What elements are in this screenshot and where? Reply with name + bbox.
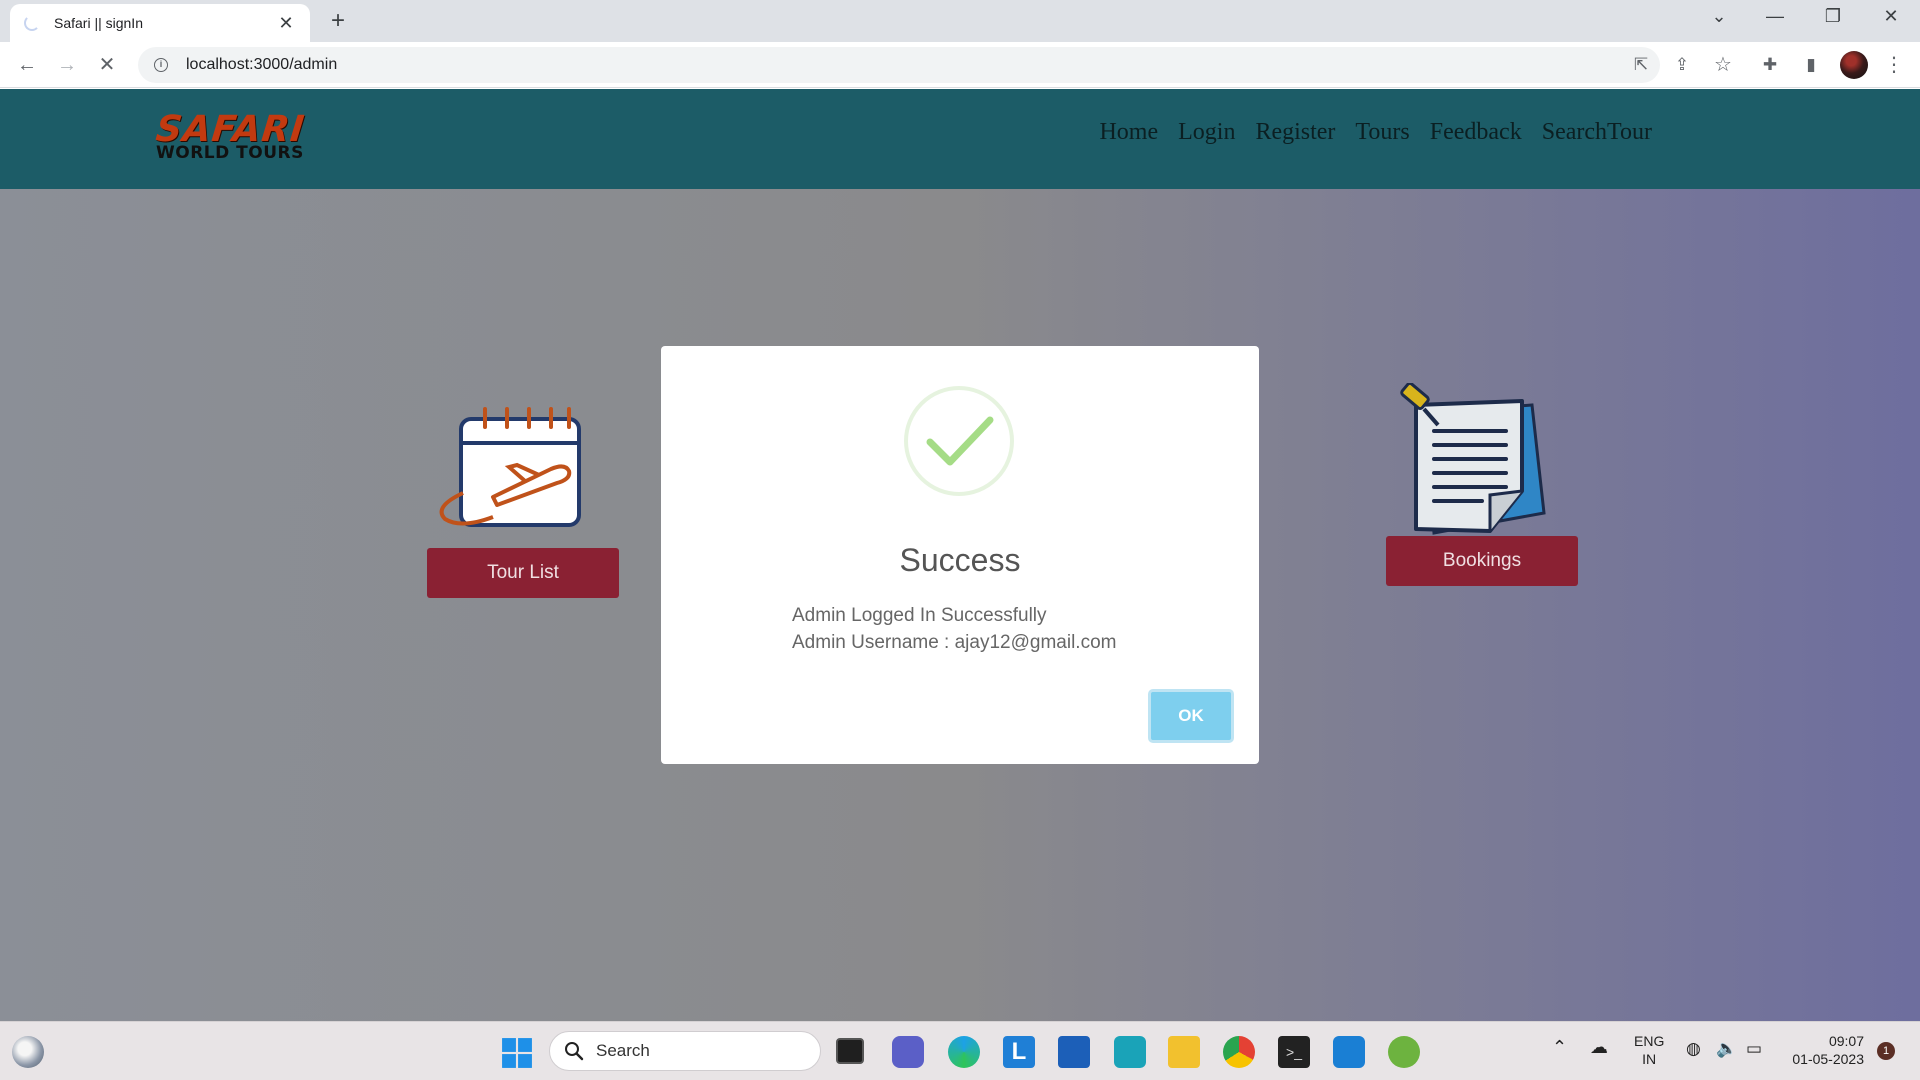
nav-tours[interactable]: Tours — [1355, 119, 1409, 146]
tab-search-chevron-icon[interactable]: ⌄ — [1696, 6, 1742, 27]
checkmark-icon — [926, 416, 994, 466]
bookings-button[interactable]: Bookings — [1386, 536, 1578, 586]
nav-home[interactable]: Home — [1099, 119, 1158, 146]
vscode-icon[interactable] — [1333, 1036, 1365, 1068]
share-icon[interactable]: ⇪ — [1671, 54, 1693, 76]
clock-time: 09:07 — [1828, 1033, 1864, 1049]
open-in-app-icon[interactable]: ⇱ — [1630, 54, 1652, 76]
tab-close-icon[interactable]: ✕ — [276, 13, 296, 34]
battery-icon[interactable]: ▭ — [1746, 1040, 1762, 1058]
volume-icon[interactable]: 🔈 — [1716, 1040, 1737, 1058]
language-indicator[interactable]: ENG IN — [1634, 1032, 1664, 1068]
nav-searchtour[interactable]: SearchTour — [1542, 119, 1652, 146]
modal-message-line1: Admin Logged In Successfully — [792, 605, 1047, 626]
site-logo[interactable]: SAFARI WORLD TOURS — [153, 109, 307, 162]
loading-spinner-icon — [24, 15, 40, 31]
taskbar-search-label: Search — [596, 1041, 650, 1060]
task-view-icon[interactable] — [836, 1038, 864, 1064]
stop-loading-button[interactable]: ✕ — [93, 51, 121, 79]
restore-button[interactable]: ❐ — [1810, 6, 1856, 27]
site-info-icon[interactable]: i — [154, 58, 168, 72]
back-button[interactable]: ← — [13, 51, 41, 79]
success-check-icon — [904, 386, 1014, 496]
terminal-icon[interactable]: >_ — [1278, 1036, 1310, 1068]
l-app-icon[interactable]: L — [1003, 1036, 1035, 1068]
clock-date: 01-05-2023 — [1792, 1051, 1864, 1067]
nav-feedback[interactable]: Feedback — [1430, 119, 1522, 146]
file-explorer-icon[interactable] — [1168, 1036, 1200, 1068]
bookmark-star-icon[interactable]: ☆ — [1712, 54, 1734, 76]
show-hidden-icons-chevron[interactable]: ⌃ — [1552, 1038, 1567, 1056]
site-nav: Home Login Register Tours Feedback Searc… — [1099, 119, 1652, 146]
forward-button[interactable]: → — [53, 51, 81, 79]
modal-title: Success — [899, 542, 1021, 578]
site-header: SAFARI WORLD TOURS Home Login Register T… — [0, 89, 1920, 189]
spring-tool-suite-icon[interactable] — [1388, 1036, 1420, 1068]
edge-icon[interactable] — [948, 1036, 980, 1068]
taskbar-search[interactable]: Search — [549, 1031, 821, 1071]
ok-button[interactable]: OK — [1148, 689, 1234, 743]
nav-register[interactable]: Register — [1255, 119, 1335, 146]
browser-tabstrip: Safari || signIn ✕ + ⌄ — ❐ ✕ — [0, 0, 1920, 42]
browser-menu-icon[interactable]: ⋮ — [1883, 54, 1905, 76]
chrome-icon[interactable] — [1223, 1036, 1255, 1068]
calendar-plane-icon — [439, 407, 581, 527]
tab-title: Safari || signIn — [54, 15, 143, 31]
tour-list-card: Tour List — [427, 397, 619, 598]
side-panel-icon[interactable]: ▮ — [1800, 54, 1822, 76]
tour-list-button[interactable]: Tour List — [427, 548, 619, 598]
region-code: IN — [1642, 1051, 1657, 1067]
minimize-button[interactable]: — — [1752, 6, 1798, 27]
profile-avatar[interactable] — [1840, 51, 1868, 79]
modal-message: Admin Logged In Successfully Admin Usern… — [792, 602, 1116, 656]
browser-tab[interactable]: Safari || signIn ✕ — [10, 4, 310, 42]
extensions-puzzle-icon[interactable]: ✚ — [1759, 54, 1781, 76]
weather-widget-icon[interactable] — [12, 1036, 44, 1068]
logo-wordmark-top: SAFARI — [153, 109, 307, 150]
notification-badge[interactable]: 1 — [1877, 1042, 1895, 1060]
nav-login[interactable]: Login — [1178, 119, 1235, 146]
clock[interactable]: 09:07 01-05-2023 — [1784, 1032, 1864, 1068]
modal-message-line2: Admin Username : ajay12@gmail.com — [792, 632, 1117, 653]
url-text: localhost:3000/admin — [186, 56, 338, 73]
network-globe-icon[interactable]: ◍ — [1686, 1040, 1701, 1058]
document-pin-icon — [1400, 382, 1546, 535]
microsoft-store-icon[interactable] — [1058, 1036, 1090, 1068]
cortana-ring-icon[interactable] — [1114, 1036, 1146, 1068]
new-tab-button[interactable]: + — [324, 8, 352, 36]
bookings-card: Bookings — [1386, 382, 1578, 586]
teams-chat-icon[interactable] — [892, 1036, 924, 1068]
browser-toolbar: ← → ✕ i localhost:3000/admin ⇱ ⇪ ☆ ✚ ▮ ⋮ — [0, 42, 1920, 88]
windows-taskbar: Search L >_ ⌃ ☁ ENG IN ◍ 🔈 ▭ 09:07 01-05… — [0, 1021, 1920, 1080]
language-code: ENG — [1634, 1033, 1665, 1049]
address-bar[interactable]: i localhost:3000/admin — [138, 47, 1660, 83]
search-icon — [565, 1042, 584, 1061]
success-modal: Success Admin Logged In Successfully Adm… — [661, 346, 1259, 764]
start-windows-icon[interactable] — [501, 1037, 533, 1069]
close-window-button[interactable]: ✕ — [1868, 6, 1914, 27]
onedrive-cloud-icon[interactable]: ☁ — [1590, 1038, 1608, 1056]
